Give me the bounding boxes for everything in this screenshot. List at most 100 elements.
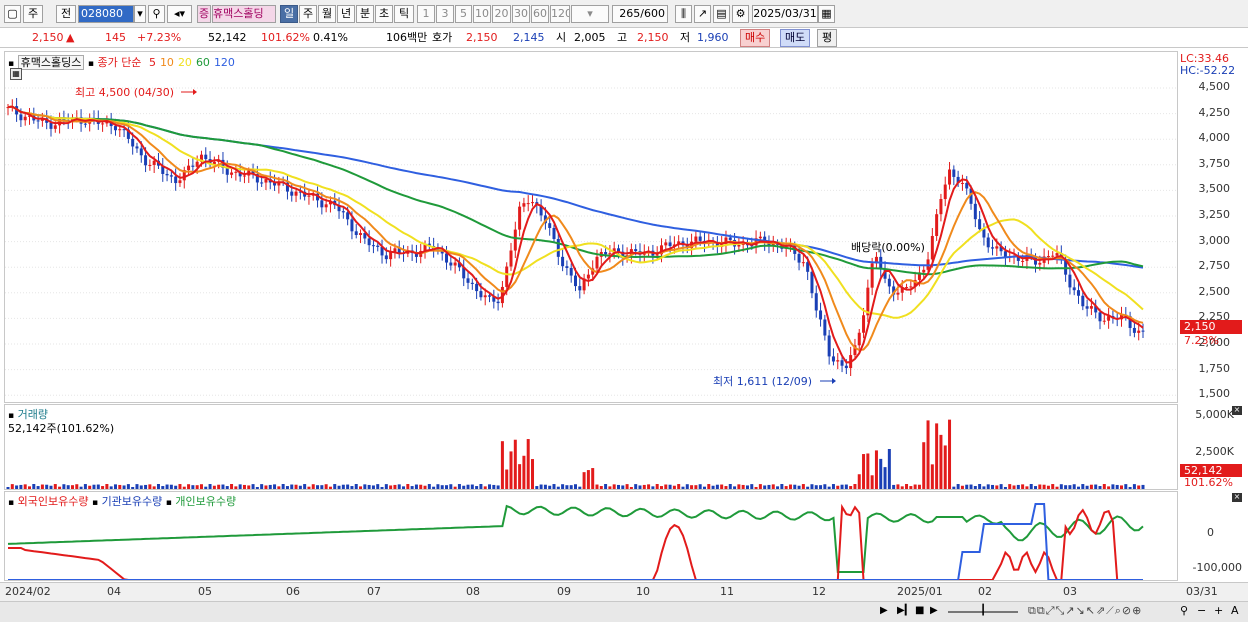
candle-body [49,122,53,129]
volume-bar [733,486,737,489]
volume-bar [1111,484,1115,489]
holdings-pane[interactable]: ▪ 외국인보유수량 ▪ 기관보유수량 ▪ 개인보유수량 [4,491,1178,581]
volume-bar [101,486,105,489]
volume-bar [445,485,449,489]
price-chart[interactable]: 최고 4,500 (04/30) 최저 1,611 (12/09) 배당락(0.00… [5,52,1178,403]
candle-body [870,263,874,288]
volume-bar [672,485,676,489]
low-label: 저 [680,31,691,44]
volume-bar [483,486,487,489]
volume-bar [1120,485,1124,489]
scroll-right-icon[interactable]: ▶ [880,605,888,616]
period-button[interactable]: 분 [356,5,374,23]
volume-bar [161,486,165,489]
zoom-in-icon[interactable]: + [1214,604,1223,617]
text-size-icon[interactable]: A [1231,604,1239,617]
price-tick: 4,250 [1198,105,1231,119]
close-pane-icon[interactable]: × [1232,493,1242,502]
speaker-icon[interactable]: ◂▾ [167,5,192,23]
volume-bar [105,484,109,489]
window-icon[interactable]: ▢ [4,5,21,23]
change-value: 145 [105,31,126,44]
volume-bar [45,484,49,489]
date-input[interactable]: 2025/03/31 [752,5,818,23]
candle-body [531,202,535,204]
count-field[interactable]: 265/600 [612,5,668,23]
legend-ma-5[interactable]: 5 [149,56,156,69]
volume-bar [470,484,474,489]
price-tick: 4,500 [1198,80,1231,93]
volume-bar [935,423,939,489]
volume-bar [943,445,947,489]
volume-bar [874,450,878,489]
zoom-out-icon[interactable]: − [1197,604,1206,617]
candle-body [1081,295,1085,307]
play-icon[interactable]: ▶ [930,605,938,616]
volume-bar [595,484,599,489]
volume-chart[interactable] [5,405,1178,490]
grid-toggle-icon[interactable]: ▦ [10,68,22,80]
volume-bar [109,486,113,489]
mode-select[interactable]: 주 [23,5,43,23]
mode2-select[interactable]: 전 [56,5,76,23]
interval-dropdown[interactable]: ▾ [571,5,609,23]
slider-handle-icon[interactable]: ┃ [980,605,986,616]
volume-bar [917,484,921,489]
calendar-icon[interactable]: ▦ [818,5,835,23]
gear-icon[interactable]: ⚙ [732,5,749,23]
interval-button[interactable]: 5 [455,5,472,23]
scroll-end-icon[interactable]: ▶▎ [897,605,912,616]
interval-button[interactable]: 20 [492,5,511,23]
volume-bar [810,484,814,489]
period-button[interactable]: 틱 [394,5,414,23]
sell-button[interactable]: 매도 [780,29,811,47]
candle-body [1089,306,1093,309]
legend-ma-120[interactable]: 120 [214,56,235,69]
period-button[interactable]: 일 [280,5,298,23]
interval-button[interactable]: 10 [473,5,491,23]
volume-bar [591,468,595,489]
volume-bar [113,484,117,489]
x-axis-end: 03/31 [1186,585,1218,598]
volume-bar [70,485,74,489]
volume-bar [298,485,302,489]
legend-ma-60[interactable]: 60 [196,56,210,69]
drawing-tools-icons[interactable]: ⧉⧉⤢⤡↗↘↖⇗⟋⌕⊘⊕ [1028,604,1142,618]
price-pane[interactable]: 최고 4,500 (04/30) 최저 1,611 (12/09) 배당락(0.00… [4,51,1178,403]
chevron-down-icon[interactable]: ▾ [134,5,146,23]
interval-button[interactable]: 120 [550,5,570,23]
volume-pane[interactable]: ▪ 거래량 52,142주(101.62%) [4,404,1178,490]
period-button[interactable]: 초 [375,5,393,23]
period-button[interactable]: 주 [299,5,317,23]
period-button[interactable]: 년 [337,5,355,23]
legend-ma-10[interactable]: 10 [160,56,174,69]
volume-bar [367,484,371,489]
search-icon[interactable]: ⚲ [148,5,165,23]
interval-button[interactable]: 60 [531,5,549,23]
interval-button[interactable]: 1 [417,5,435,23]
interval-button[interactable]: 3 [436,5,454,23]
volume-bar [784,486,788,489]
candle-body [939,199,943,215]
volume-bar [1029,484,1033,489]
volume-bar [363,484,367,489]
volume-bar [27,486,31,489]
interval-button[interactable]: 30 [512,5,530,23]
volume-bar [397,484,401,489]
current-price: 2,150 [32,31,64,44]
line-tool-icon[interactable]: ↗ [694,5,711,23]
candle-type-icon[interactable]: ⫼ [675,5,692,23]
zoom-icon[interactable]: ⚲ [1180,604,1188,617]
legend-ma-20[interactable]: 20 [178,56,192,69]
period-button[interactable]: 월 [318,5,336,23]
volume-value: 52,142 [208,31,247,44]
candle-body [960,182,964,184]
stock-name[interactable]: 휴맥스홀딩 [212,5,276,23]
volume-bar [410,486,414,489]
eval-button[interactable]: 평 [817,29,838,47]
stock-code-input[interactable]: 028080 [78,5,134,23]
buy-button[interactable]: 매수 [740,29,771,47]
save-icon[interactable]: ▤ [713,5,730,23]
candle-body [376,245,380,247]
stop-icon[interactable]: ■ [915,605,924,616]
